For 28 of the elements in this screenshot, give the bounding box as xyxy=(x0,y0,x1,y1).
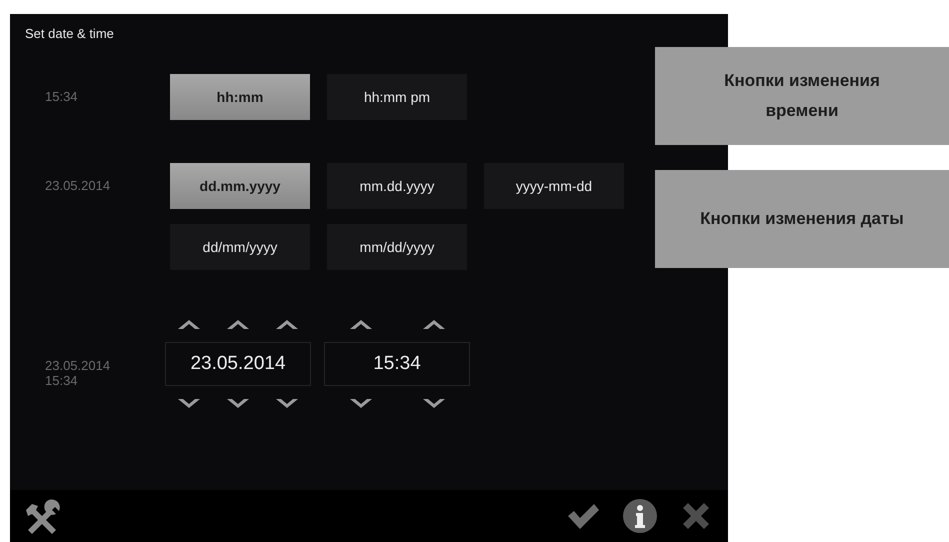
info-icon[interactable] xyxy=(622,498,658,534)
annotation-callout: Кнопки изменения времени xyxy=(655,47,949,145)
up-arrow-icon[interactable] xyxy=(422,318,446,330)
date-format-button[interactable]: mm.dd.yyyy xyxy=(327,163,467,209)
down-arrow-icon[interactable] xyxy=(348,398,372,410)
down-arrow-icon[interactable] xyxy=(226,398,250,410)
up-arrow-icon[interactable] xyxy=(177,318,202,330)
input-field[interactable]: 15:34 xyxy=(324,342,470,386)
up-arrow-icon[interactable] xyxy=(348,318,372,330)
current-datetime-label: 15:34 xyxy=(45,373,79,388)
date-format-button[interactable]: yyyy-mm-dd xyxy=(484,163,624,209)
up-arrow-icon[interactable] xyxy=(274,318,299,330)
time-format-button[interactable]: hh:mm xyxy=(170,74,310,120)
current-datetime-label: 23.05.2014 xyxy=(45,358,112,373)
down-arrow-icon[interactable] xyxy=(274,398,299,410)
down-arrow-icon[interactable] xyxy=(177,398,202,410)
up-arrow-icon[interactable] xyxy=(226,318,250,330)
date-format-button[interactable]: dd.mm.yyyy xyxy=(170,163,310,209)
date-format-button[interactable]: dd/mm/yyyy xyxy=(170,224,310,270)
time-format-button[interactable]: hh:mm pm xyxy=(327,74,467,120)
down-arrow-icon[interactable] xyxy=(422,398,446,410)
current-date-label: 23.05.2014 xyxy=(45,177,112,195)
annotation-callout: Кнопки изменения даты xyxy=(655,170,949,268)
date-format-button[interactable]: mm/dd/yyyy xyxy=(327,224,467,270)
input-field[interactable]: 23.05.2014 xyxy=(165,342,311,386)
checkmark-icon[interactable] xyxy=(566,502,600,530)
current-time-label: 15:34 xyxy=(45,88,79,106)
window-title: Set date & time xyxy=(25,26,115,41)
